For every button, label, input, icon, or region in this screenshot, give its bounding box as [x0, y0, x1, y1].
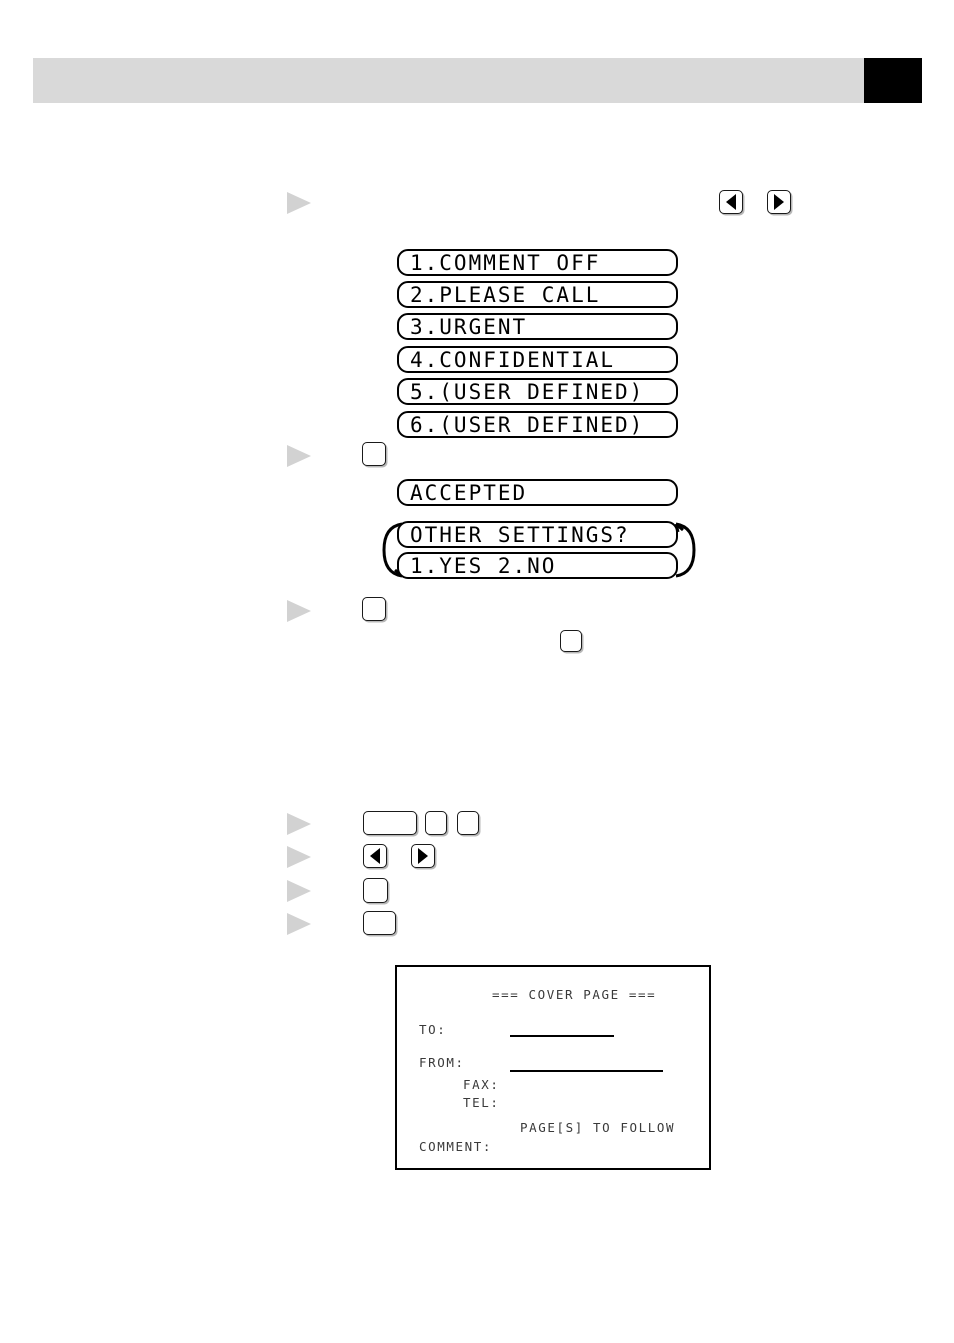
lcd-user-defined-6: 6.(USER DEFINED) — [397, 411, 678, 438]
step-marker-4 — [287, 813, 311, 835]
cover-page-tel-label: TEL: — [463, 1095, 500, 1110]
step-marker-7 — [287, 913, 311, 935]
stop-key-step3[interactable] — [362, 597, 386, 621]
arrow-left-icon — [370, 848, 380, 864]
cover-page-sample: === COVER PAGE === TO: FROM: FAX: TEL: P… — [395, 965, 711, 1170]
alternation-brace-right — [675, 522, 697, 578]
step-marker-2 — [287, 445, 311, 467]
arrow-right-icon — [774, 194, 784, 210]
step-marker-3 — [287, 600, 311, 622]
lcd-urgent: 3.URGENT — [397, 313, 678, 340]
lcd-please-call: 2.PLEASE CALL — [397, 281, 678, 308]
set-key-step2[interactable] — [362, 442, 386, 466]
right-arrow-key-top[interactable] — [767, 190, 791, 214]
arrow-right-icon — [418, 848, 428, 864]
stop-key-bottom[interactable] — [363, 911, 396, 935]
cover-page-comment-label: COMMENT: — [419, 1139, 493, 1154]
cover-page-to-label: TO: — [419, 1022, 447, 1037]
cover-page-pages-label: PAGE[S] TO FOLLOW — [520, 1120, 676, 1135]
arrow-left-icon — [726, 194, 736, 210]
page-header-band — [33, 58, 922, 103]
left-arrow-key-top[interactable] — [719, 190, 743, 214]
document-page: 1.COMMENT OFF 2.PLEASE CALL 3.URGENT 4.C… — [0, 0, 954, 1343]
lcd-confidential: 4.CONFIDENTIAL — [397, 346, 678, 373]
right-arrow-key-bottom[interactable] — [411, 844, 435, 868]
lcd-other-settings: OTHER SETTINGS? — [397, 521, 678, 548]
lcd-user-defined-5: 5.(USER DEFINED) — [397, 378, 678, 405]
set-key-bottom[interactable] — [363, 878, 388, 903]
cover-page-from-rule — [510, 1070, 663, 1072]
lcd-comment-off: 1.COMMENT OFF — [397, 249, 678, 276]
lcd-accepted: ACCEPTED — [397, 479, 678, 506]
cover-page-title: === COVER PAGE === — [492, 987, 657, 1002]
numeric-key-b[interactable] — [457, 811, 479, 835]
page-number-tab — [864, 58, 922, 103]
step-marker-6 — [287, 880, 311, 902]
step-marker-5 — [287, 846, 311, 868]
left-arrow-key-bottom[interactable] — [363, 844, 387, 868]
cover-page-fax-label: FAX: — [463, 1077, 500, 1092]
cover-page-to-rule — [510, 1035, 614, 1037]
inline-key-step3[interactable] — [560, 630, 582, 652]
cover-page-from-label: FROM: — [419, 1055, 465, 1070]
numeric-key-a[interactable] — [425, 811, 447, 835]
lcd-yes-no: 1.YES 2.NO — [397, 552, 678, 579]
step-marker-1 — [287, 192, 311, 214]
menu-set-key[interactable] — [363, 811, 417, 835]
